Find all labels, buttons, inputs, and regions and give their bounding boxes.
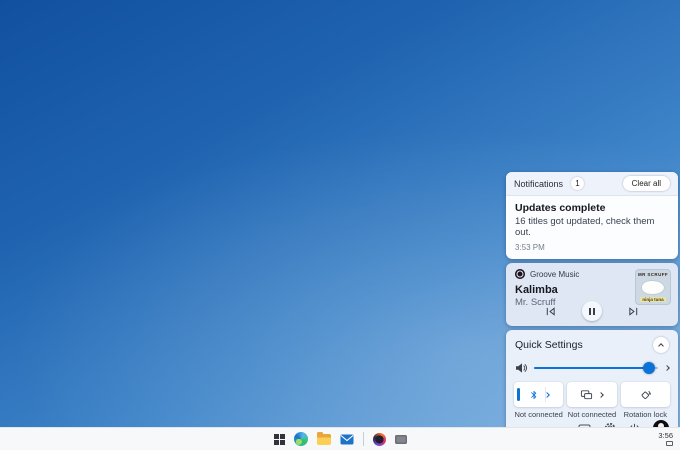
- notification-item[interactable]: Updates complete 16 titles got updated, …: [506, 196, 678, 259]
- bluetooth-expand-chevron-icon[interactable]: [543, 391, 550, 398]
- app-window-icon: [394, 434, 407, 444]
- volume-slider-thumb[interactable]: [643, 361, 656, 374]
- rotation-lock-button-label: Rotation lock: [623, 410, 667, 419]
- volume-expand-chevron-icon[interactable]: [664, 364, 670, 371]
- volume-slider[interactable]: [534, 361, 658, 374]
- notifications-title: Notifications: [514, 178, 564, 189]
- album-art: MR SCRUFF ninja tuna: [635, 269, 671, 305]
- previous-track-button[interactable]: [545, 306, 556, 317]
- action-center-panel: Notifications 1 Clear all Updates comple…: [506, 172, 678, 442]
- pause-button[interactable]: [582, 301, 602, 321]
- skip-next-icon: [629, 306, 638, 316]
- edge-browser-icon: [293, 432, 308, 446]
- bluetooth-button[interactable]: [514, 382, 564, 407]
- volume-slider-fill: [534, 366, 650, 369]
- media-app-name: Groove Music: [530, 269, 580, 279]
- cast-expand-chevron-icon[interactable]: [598, 391, 605, 398]
- taskbar-clock[interactable]: 3:56: [658, 432, 673, 440]
- volume-row: [506, 357, 678, 376]
- bluetooth-icon: [530, 390, 537, 399]
- album-art-fish-illustration: [642, 280, 664, 294]
- chevron-up-icon: [658, 343, 664, 349]
- desktop-wallpaper: Notifications 1 Clear all Updates comple…: [0, 0, 680, 450]
- taskbar-mail-button[interactable]: [340, 434, 354, 445]
- touch-keyboard-icon[interactable]: [666, 440, 673, 446]
- taskbar-app-window-button[interactable]: [394, 434, 407, 444]
- notifications-header: Notifications 1 Clear all: [506, 172, 678, 196]
- mail-icon: [340, 434, 353, 444]
- media-controls: [506, 301, 678, 321]
- taskbar-center-icons: [0, 428, 680, 450]
- rotation-lock-button[interactable]: [620, 382, 670, 407]
- next-track-button[interactable]: [628, 306, 639, 317]
- quick-settings-card: Quick Settings Not connected Not connect…: [506, 330, 678, 442]
- notifications-count-badge: 1: [571, 177, 585, 190]
- start-button[interactable]: [273, 433, 285, 445]
- skip-previous-icon: [546, 306, 555, 316]
- cast-icon: [581, 389, 593, 399]
- cast-button-label: Not connected: [567, 410, 617, 419]
- groove-music-app-icon: [372, 432, 386, 446]
- clear-all-button[interactable]: Clear all: [622, 176, 670, 191]
- taskbar-system-tray[interactable]: 3:56: [658, 428, 673, 450]
- cast-button[interactable]: [567, 382, 617, 407]
- pause-icon: [588, 307, 591, 315]
- file-explorer-icon: [316, 431, 331, 445]
- windows-logo-icon: [273, 433, 285, 445]
- taskbar: 3:56: [0, 427, 680, 450]
- taskbar-edge-button[interactable]: [293, 432, 308, 446]
- notification-body: 16 titles got updated, check them out.: [515, 216, 655, 238]
- taskbar-groove-music-button[interactable]: [372, 432, 386, 446]
- groove-music-icon: [515, 269, 525, 279]
- quick-settings-title: Quick Settings: [515, 339, 583, 351]
- quick-settings-header: Quick Settings: [506, 330, 678, 357]
- taskbar-file-explorer-button[interactable]: [316, 431, 331, 445]
- notifications-card: Notifications 1 Clear all Updates comple…: [506, 172, 678, 259]
- speaker-icon: [516, 362, 527, 373]
- quick-settings-labels: Not connected Not connected Rotation loc…: [506, 407, 678, 419]
- bluetooth-active-indicator: [517, 388, 520, 401]
- album-art-artist-text: MR SCRUFF: [637, 272, 669, 277]
- notification-timestamp: 3:53 PM: [515, 243, 545, 252]
- taskbar-separator: [362, 432, 364, 446]
- rotation-lock-icon: [641, 390, 652, 399]
- collapse-button[interactable]: [653, 337, 669, 353]
- notification-title: Updates complete: [515, 202, 606, 214]
- quick-settings-buttons: [506, 376, 678, 407]
- media-player-card: Groove Music Kalimba Mr. Scruff MR SCRUF…: [506, 263, 678, 326]
- bluetooth-button-label: Not connected: [514, 410, 563, 419]
